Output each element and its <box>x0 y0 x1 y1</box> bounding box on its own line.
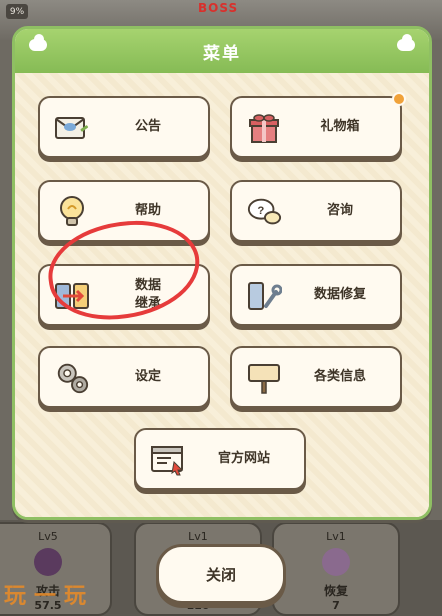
info-label: 各类信息 <box>313 369 366 384</box>
modal-title: 菜单 <box>203 43 241 64</box>
stat-name: 恢复 <box>323 584 348 598</box>
svg-text:?: ? <box>257 205 264 217</box>
stat-level: Lv5 <box>38 530 58 543</box>
boss-label: BOSS <box>198 1 239 15</box>
data-transfer-label: 数据 继承 <box>96 277 200 313</box>
recover-icon <box>322 548 350 576</box>
cloud-decoration <box>29 34 47 51</box>
consult-label: 咨询 <box>326 203 353 218</box>
stat-level: Lv1 <box>326 530 346 543</box>
close-button[interactable]: 关闭 <box>156 544 286 604</box>
gift-icon <box>246 110 282 146</box>
gear-icon <box>54 360 90 396</box>
data-transfer-label-line2: 继承 <box>134 296 161 311</box>
stat-card-recover: Lv1 恢复 7 <box>272 522 400 616</box>
info-button[interactable]: 各类信息 <box>230 346 402 408</box>
data-transfer-icon <box>54 278 90 314</box>
notice-label: 公告 <box>134 119 161 134</box>
notification-dot <box>392 92 406 106</box>
website-label: 官方网站 <box>217 451 270 466</box>
attack-icon <box>34 548 62 576</box>
data-transfer-button[interactable]: 数据 继承 <box>38 264 210 326</box>
consult-button[interactable]: ? 咨询 <box>230 180 402 242</box>
watermark: 玩一玩 <box>4 584 95 609</box>
website-button[interactable]: 官方网站 <box>134 428 306 490</box>
help-button[interactable]: 帮助 <box>38 180 210 242</box>
wrench-phone-icon <box>246 278 282 314</box>
settings-button[interactable]: 设定 <box>38 346 210 408</box>
stat-level: Lv1 <box>188 530 208 543</box>
lightbulb-icon <box>54 194 90 230</box>
settings-label: 设定 <box>134 369 161 384</box>
progress-badge: 9% <box>6 4 28 19</box>
data-transfer-label-line1: 数据 <box>134 278 161 293</box>
modal-header: 菜单 <box>15 29 429 73</box>
speech-bubble-icon: ? <box>246 194 282 230</box>
giftbox-button[interactable]: 礼物箱 <box>230 92 406 158</box>
data-repair-button[interactable]: 数据修复 <box>230 264 402 326</box>
envelope-icon <box>54 110 90 146</box>
data-repair-label: 数据修复 <box>313 287 366 302</box>
help-label: 帮助 <box>134 203 161 218</box>
browser-icon <box>150 442 186 478</box>
cloud-decoration <box>397 34 415 51</box>
giftbox-label: 礼物箱 <box>320 119 360 134</box>
stat-value: 7 <box>332 599 340 612</box>
notice-button[interactable]: 公告 <box>38 96 210 158</box>
signboard-icon <box>246 360 282 396</box>
